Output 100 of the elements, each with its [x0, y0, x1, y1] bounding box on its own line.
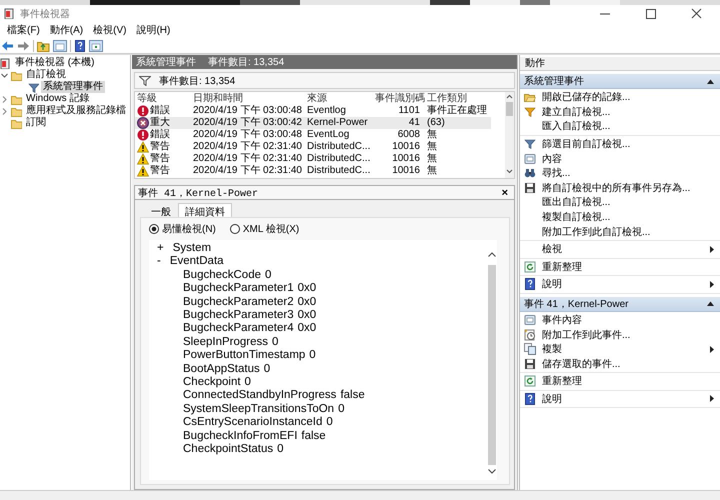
- action-item[interactable]: 複製: [542, 342, 704, 356]
- action-item[interactable]: 篩選目前自訂檢視...: [542, 137, 714, 152]
- tree-item[interactable]: 應用程式及服務記錄檔: [24, 105, 128, 117]
- category-cell-text: 事件正在處理: [426, 105, 488, 117]
- column-header[interactable]: 事件識別碼: [373, 93, 425, 105]
- scroll-up-icon[interactable]: [488, 252, 496, 257]
- level-cell-text: 錯誤: [150, 129, 170, 140]
- collapse-chevron-icon[interactable]: [1, 72, 8, 78]
- column-header[interactable]: 等級: [135, 93, 191, 105]
- menu-item[interactable]: 動作(A): [44, 22, 88, 38]
- column-header[interactable]: 工作類別: [425, 93, 491, 105]
- binoculars-icon: [524, 167, 536, 180]
- action-item[interactable]: 將自訂檢視中的所有事件另存為...: [542, 180, 714, 195]
- menu-item[interactable]: 檢視(V): [88, 22, 132, 38]
- toggle-sign[interactable]: -: [157, 255, 161, 269]
- field-name: BugcheckParameter3: [183, 309, 294, 322]
- level-cell-text: 警告: [150, 141, 170, 152]
- detail-title: 事件 41，Kernel-Power: [138, 186, 260, 200]
- action-item[interactable]: 附加工作到此事件...: [542, 328, 714, 342]
- warning-icon: [137, 165, 149, 177]
- tree-item[interactable]: 自訂檢視: [24, 69, 68, 81]
- action-item[interactable]: 複製自訂檢視...: [542, 210, 714, 224]
- action-item[interactable]: 開啟已儲存的記錄...: [542, 90, 714, 104]
- field-name: BugcheckParameter4: [183, 322, 294, 336]
- pane-title: 系統管理事件: [136, 56, 196, 69]
- field-value: 0: [244, 376, 251, 390]
- tree-item[interactable]: Windows 記錄: [24, 93, 92, 105]
- radio-label[interactable]: 易懂檢視(N): [162, 222, 216, 236]
- level-cell-text: 錯誤: [150, 105, 170, 116]
- field-name: CsEntryScenarioInstanceId: [183, 416, 322, 430]
- error-icon: [137, 105, 149, 117]
- node-label: EventData: [170, 255, 224, 269]
- level-cell-text: 重大: [150, 117, 170, 128]
- radio-label[interactable]: XML 檢視(X): [242, 222, 300, 236]
- radio-button[interactable]: [149, 224, 159, 234]
- pane-view-icon[interactable]: [53, 40, 67, 52]
- pane-view-icon[interactable]: [89, 40, 103, 52]
- action-item[interactable]: 重新整理: [542, 260, 714, 274]
- field-value: 0x0: [298, 322, 316, 336]
- scroll-down-icon[interactable]: [488, 469, 496, 474]
- tab[interactable]: 一般: [144, 203, 178, 217]
- event-count: 事件數目: 13,354: [208, 56, 284, 69]
- tab[interactable]: 詳細資料: [178, 203, 232, 217]
- action-item[interactable]: 重新整理: [542, 374, 714, 388]
- date-cell-text: 2020/4/19 下午 03:00:48: [192, 105, 303, 117]
- field-name: BugcheckInfoFromEFI: [183, 430, 298, 444]
- menu-item[interactable]: 說明(H): [131, 22, 176, 38]
- column-header[interactable]: 來源: [305, 93, 373, 105]
- date-cell-text: 2020/4/19 下午 02:31:40: [192, 165, 303, 177]
- action-item[interactable]: 建立自訂檢視...: [542, 104, 714, 119]
- folder-up-icon[interactable]: [37, 40, 50, 52]
- refresh-icon: [524, 260, 536, 273]
- action-item[interactable]: 事件內容: [542, 313, 714, 328]
- expand-chevron-icon[interactable]: [1, 96, 8, 102]
- collapse-triangle-icon[interactable]: [707, 78, 714, 84]
- field-name: SleepInProgress: [183, 336, 268, 350]
- action-item[interactable]: 說明: [542, 392, 704, 406]
- category-cell-text: 無: [426, 153, 438, 165]
- help-book-icon[interactable]: [74, 40, 86, 52]
- tree-item[interactable]: 系統管理事件: [41, 81, 105, 93]
- folder-icon: [11, 70, 22, 80]
- field-value: 0x0: [298, 296, 316, 310]
- action-item[interactable]: 檢視: [542, 242, 704, 256]
- event-viewer-icon: [0, 58, 11, 68]
- back-arrow-icon[interactable]: [1, 40, 14, 52]
- event-id-cell-text: 10016: [391, 165, 421, 177]
- properties-icon: [524, 152, 536, 165]
- filter-icon: [524, 106, 536, 118]
- action-item[interactable]: 儲存選取的事件...: [542, 356, 714, 371]
- expand-chevron-icon[interactable]: [1, 108, 8, 114]
- action-item[interactable]: 匯入自訂檢視...: [542, 119, 714, 134]
- action-item[interactable]: 尋找...: [542, 166, 714, 180]
- tree-item[interactable]: 事件檢視器 (本機): [13, 57, 96, 69]
- menu-item[interactable]: 檔案(F): [2, 22, 45, 38]
- window-title: 事件檢視器: [20, 8, 71, 20]
- tree-item[interactable]: 訂閱: [24, 117, 48, 129]
- action-item[interactable]: 內容: [542, 152, 714, 166]
- radio-button[interactable]: [230, 224, 240, 234]
- field-value: 0: [272, 336, 278, 350]
- open-folder-icon: [524, 91, 536, 104]
- column-header[interactable]: 日期和時間: [191, 93, 305, 105]
- critical-icon: [137, 117, 149, 129]
- forward-arrow-icon[interactable]: [17, 40, 30, 52]
- collapse-triangle-icon[interactable]: [707, 301, 714, 306]
- filter-icon: [524, 138, 536, 150]
- source-cell: Kernel-Power: [305, 117, 373, 129]
- field-name: BugcheckParameter2: [183, 296, 294, 310]
- field-value: 0: [264, 362, 270, 376]
- toggle-sign[interactable]: +: [157, 242, 164, 256]
- error-icon: [137, 129, 149, 141]
- field-name: BugcheckParameter1: [183, 282, 294, 296]
- actions-header: 動作: [520, 57, 720, 71]
- scrollbar-drawing[interactable]: [505, 92, 514, 176]
- field-value: 0: [338, 402, 344, 416]
- action-item[interactable]: 匯出自訂檢視...: [542, 195, 714, 210]
- field-name: BootAppStatus: [183, 362, 260, 376]
- event-id-cell: 41: [373, 117, 425, 129]
- close-button[interactable]: ×: [496, 186, 514, 200]
- action-item[interactable]: 附加工作到此自訂檢視...: [542, 224, 714, 239]
- action-item[interactable]: 說明: [542, 277, 704, 292]
